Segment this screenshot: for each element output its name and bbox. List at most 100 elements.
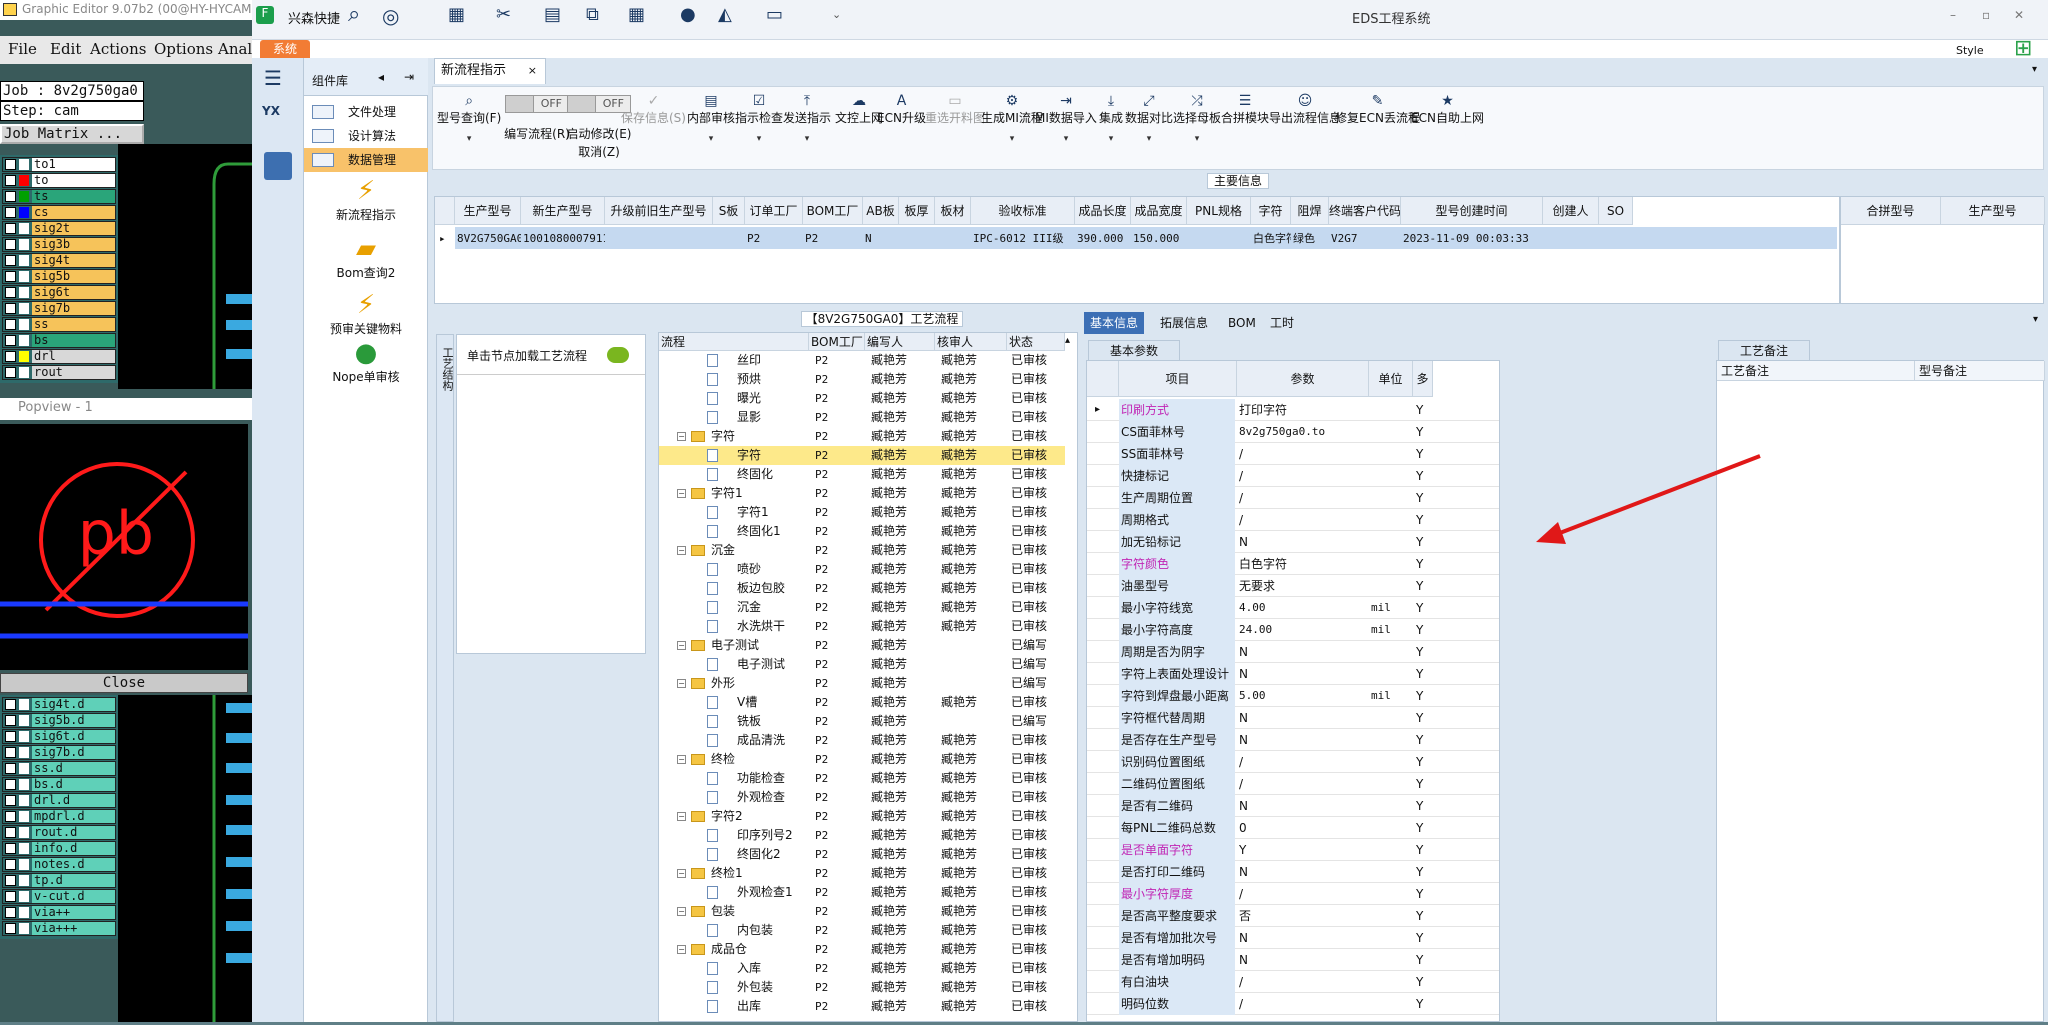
tree-row[interactable]: − 终检 P2 臧艳芳 臧艳芳 已审核 [659,750,1065,769]
param-value[interactable]: 无要求 [1237,575,1367,597]
table-icon[interactable]: ▦ [448,4,465,25]
layer-row[interactable]: tp.d [2,873,116,888]
param-value[interactable]: N [1237,707,1367,729]
param-value[interactable]: / [1237,883,1367,905]
layer-row[interactable]: ts [2,189,116,204]
ribbon-button-9[interactable]: ▭ 重选开料图 [925,93,985,126]
param-value[interactable]: 24.00 [1237,619,1367,641]
dropdown-chevron-icon[interactable]: ▾ [687,134,735,144]
dropdown-chevron-icon[interactable]: ▾ [981,134,1043,144]
param-row[interactable]: 是否打印二维码 N Y [1087,861,1499,883]
param-value[interactable]: / [1237,465,1367,487]
tree-row[interactable]: 内包装 P2 臧艳芳 臧艳芳 已审核 [659,921,1065,940]
tree-row[interactable]: − 沉金 P2 臧艳芳 臧艳芳 已审核 [659,541,1065,560]
tree-row[interactable]: − 外形 P2 臧艳芳 已编写 [659,674,1065,693]
layer-row[interactable]: drl.d [2,793,116,808]
search-icon[interactable]: ⌕ [348,2,360,27]
monitor-icon[interactable]: ▭ [766,4,783,25]
hamburger-icon[interactable]: ☰ [264,66,282,90]
comp-file-process[interactable]: 文件处理 [304,100,428,124]
menu-edit[interactable]: Edit [50,40,81,58]
ge-canvas[interactable] [118,144,252,389]
customize-icon[interactable]: ⌄ [832,8,841,21]
popview-canvas[interactable]: qd [0,424,248,670]
layer-checkbox[interactable] [5,843,16,854]
tree-row[interactable]: 外包装 P2 臧艳芳 臧艳芳 已审核 [659,978,1065,997]
tree-row[interactable]: 曝光 P2 臧艳芳 臧艳芳 已审核 [659,389,1065,408]
param-value[interactable]: 5.00 [1237,685,1367,707]
layer-checkbox[interactable] [5,271,16,282]
layer-row[interactable]: rout.d [2,825,116,840]
grid-header[interactable]: 成品长度 [1075,197,1131,225]
layer-row[interactable]: bs.d [2,777,116,792]
ge-canvas-lower[interactable] [118,695,252,1022]
layer-checkbox[interactable] [5,731,16,742]
param-value[interactable]: N [1237,949,1367,971]
minimize-icon[interactable]: – [1950,8,1956,22]
tree-row[interactable]: 终固化 P2 臧艳芳 臧艳芳 已审核 [659,465,1065,484]
tree-header[interactable]: BOM工厂 [809,333,865,351]
grid-header[interactable]: SO [1599,197,1633,225]
layer-checkbox[interactable] [5,795,16,806]
tree-row[interactable]: 入库 P2 臧艳芳 臧艳芳 已审核 [659,959,1065,978]
layer-checkbox[interactable] [5,827,16,838]
layer-checkbox[interactable] [5,891,16,902]
param-value[interactable]: 4.00 [1237,597,1367,619]
param-value[interactable]: / [1237,773,1367,795]
ribbon-button-4[interactable]: ▤ 内部审核 ▾ [687,93,735,144]
tree-header[interactable]: 流程 [659,333,809,351]
layer-row[interactable]: mpdrl.d [2,809,116,824]
ribbon-button-0[interactable]: ⌕ 型号查询(F) ▾ [437,93,501,144]
dropdown-chevron-icon[interactable]: ▾ [1125,134,1173,144]
param-value[interactable]: / [1237,971,1367,993]
param-tab[interactable]: 拓展信息 [1154,312,1214,334]
expand-icon[interactable]: − [677,546,686,555]
param-value[interactable]: 否 [1237,905,1367,927]
tree-row[interactable]: − 终检1 P2 臧艳芳 臧艳芳 已审核 [659,864,1065,883]
layer-row[interactable]: via++ [2,905,116,920]
tree-row[interactable]: 外观检查 P2 臧艳芳 臧艳芳 已审核 [659,788,1065,807]
grid-header[interactable]: 成品宽度 [1131,197,1187,225]
layer-checkbox[interactable] [5,923,16,934]
grid-header[interactable]: S板 [713,197,745,225]
param-value[interactable]: 打印字符 [1237,399,1367,421]
grid-header[interactable]: 板厚 [899,197,935,225]
style-menu[interactable]: Style [1956,44,1984,57]
param-row[interactable]: 每PNL二维码总数 0 Y [1087,817,1499,839]
param-header[interactable]: 项目 [1119,361,1237,397]
layer-row[interactable]: sig5b.d [2,713,116,728]
ribbon-button-17[interactable]: ✎ 修复ECN丢流程 [1335,93,1420,126]
tree-row[interactable]: − 字符1 P2 臧艳芳 臧艳芳 已审核 [659,484,1065,503]
grid-header[interactable]: 合拼型号 [1841,197,1941,225]
param-row[interactable]: 字符颜色 白色字符 Y [1087,553,1499,575]
tree-row[interactable]: 出库 P2 臧艳芳 臧艳芳 已审核 [659,997,1065,1016]
param-value[interactable]: N [1237,861,1367,883]
param-row[interactable]: 是否高平整度要求否 Y [1087,905,1499,927]
dropdown-chevron-icon[interactable]: ▾ [735,134,783,144]
close-icon[interactable]: ✕ [2014,8,2024,22]
layer-row[interactable]: cs [2,205,116,220]
expand-icon[interactable]: − [677,812,686,821]
grid-header[interactable]: 新生产型号 [521,197,605,225]
layer-checkbox[interactable] [5,207,16,218]
chart-icon[interactable]: ◭ [718,4,732,25]
param-row[interactable]: 周期是否为阴字 N Y [1087,641,1499,663]
layer-checkbox[interactable] [5,763,16,774]
layer-row[interactable]: sig4t.d [2,697,116,712]
scissors-icon[interactable]: ✂ [496,4,511,25]
tree-row[interactable]: 终固化1 P2 臧艳芳 臧艳芳 已审核 [659,522,1065,541]
dropdown-chevron-icon[interactable]: ▾ [437,134,501,144]
param-value[interactable]: N [1237,531,1367,553]
grid-header[interactable]: 字符 [1251,197,1291,225]
tree-row[interactable]: 显影 P2 臧艳芳 臧艳芳 已审核 [659,408,1065,427]
param-header[interactable]: 多 [1413,361,1433,397]
system-tab[interactable]: 系统 [260,40,310,58]
layer-checkbox[interactable] [5,875,16,886]
layer-checkbox[interactable] [5,239,16,250]
expand-icon[interactable]: − [677,489,686,498]
param-row[interactable]: 字符到焊盘最小距离 5.00 mil Y [1087,685,1499,707]
param-row[interactable]: 生产周期位置 / Y [1087,487,1499,509]
ribbon-button-15[interactable]: ☰ 合拼模块 [1221,93,1269,126]
param-value[interactable]: N [1237,641,1367,663]
tree-row[interactable]: 终固化2 P2 臧艳芳 臧艳芳 已审核 [659,845,1065,864]
